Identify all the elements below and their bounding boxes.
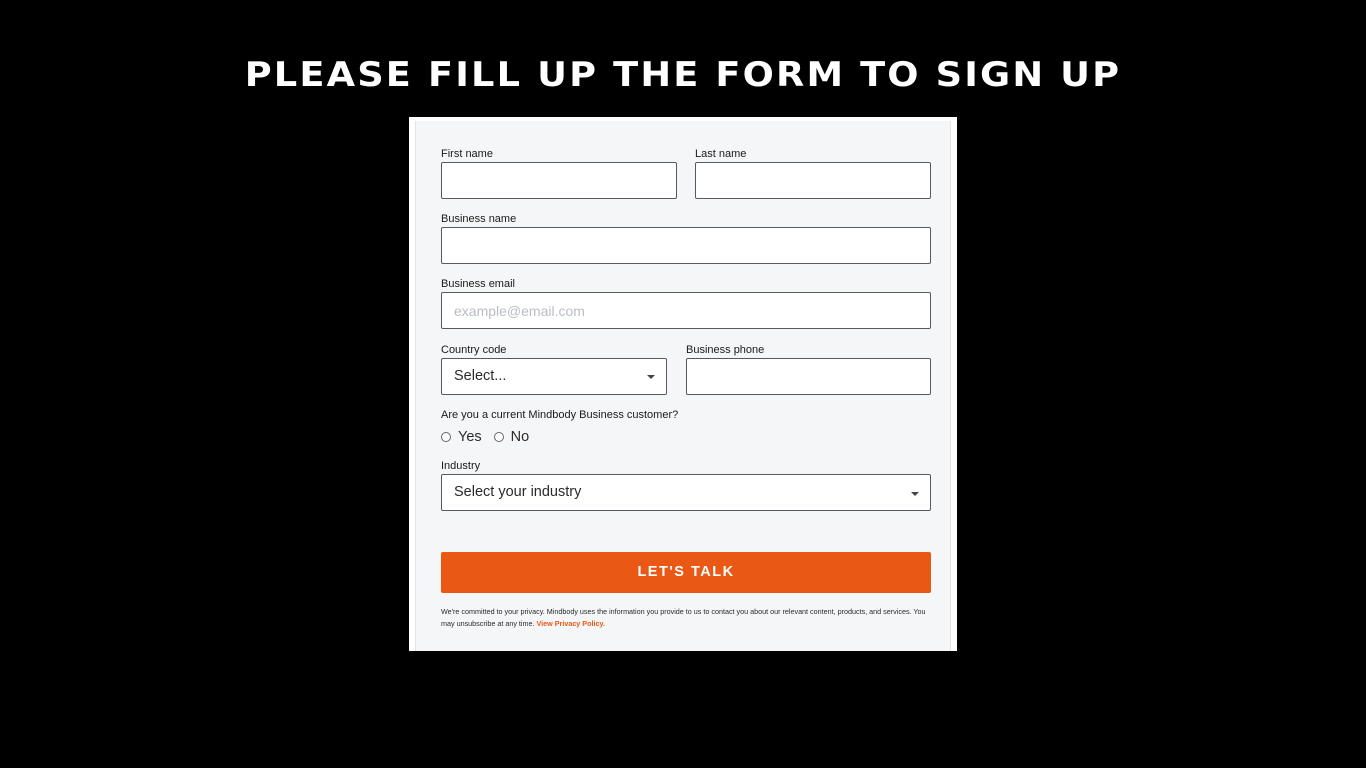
radio-option-no[interactable]: No: [493, 428, 530, 446]
lets-talk-button[interactable]: LET'S TALK: [441, 552, 931, 593]
radio-yes[interactable]: [441, 432, 451, 442]
industry-label: Industry: [441, 460, 481, 472]
business-phone-label: Business phone: [686, 344, 765, 356]
first-name-field-wrapper: [441, 162, 677, 199]
radio-yes-label: Yes: [458, 429, 482, 445]
chevron-down-icon: [911, 492, 919, 496]
radio-no-label: No: [510, 429, 530, 445]
business-phone-field-wrapper: [686, 358, 931, 395]
privacy-policy-link[interactable]: View Privacy Policy.: [536, 619, 604, 628]
customer-radio-group: Yes No: [441, 428, 541, 446]
privacy-text: We're committed to your privacy. Mindbod…: [441, 607, 926, 628]
signup-form: First name Last name Business name Busin…: [415, 121, 951, 651]
business-email-label: Business email: [441, 278, 515, 290]
chevron-down-icon: [647, 375, 655, 379]
radio-no[interactable]: [493, 432, 504, 442]
privacy-notice: We're committed to your privacy. Mindbod…: [441, 606, 931, 629]
business-name-input[interactable]: [442, 228, 930, 263]
signup-form-card: First name Last name Business name Busin…: [409, 117, 957, 651]
industry-selected-value: Select your industry: [454, 484, 582, 500]
first-name-label: First name: [441, 148, 493, 160]
country-code-label: Country code: [441, 344, 507, 356]
last-name-field-wrapper: [695, 162, 931, 199]
business-name-label: Business name: [441, 213, 517, 225]
business-email-field-wrapper: [441, 292, 931, 329]
industry-select[interactable]: Select your industry: [441, 474, 931, 511]
last-name-input[interactable]: [696, 163, 930, 198]
business-phone-input[interactable]: [687, 359, 930, 394]
business-name-field-wrapper: [441, 227, 931, 264]
country-code-selected-value: Select...: [454, 368, 507, 384]
business-email-input[interactable]: [442, 293, 930, 328]
country-code-select[interactable]: Select...: [441, 358, 667, 395]
page: PLEASE FILL UP THE FORM TO SIGN UP First…: [0, 0, 1366, 768]
radio-option-yes[interactable]: Yes: [441, 428, 482, 446]
first-name-input[interactable]: [442, 163, 676, 198]
customer-question-label: Are you a current Mindbody Business cust…: [441, 409, 679, 421]
page-heading: PLEASE FILL UP THE FORM TO SIGN UP: [244, 55, 1122, 95]
last-name-label: Last name: [695, 148, 747, 160]
